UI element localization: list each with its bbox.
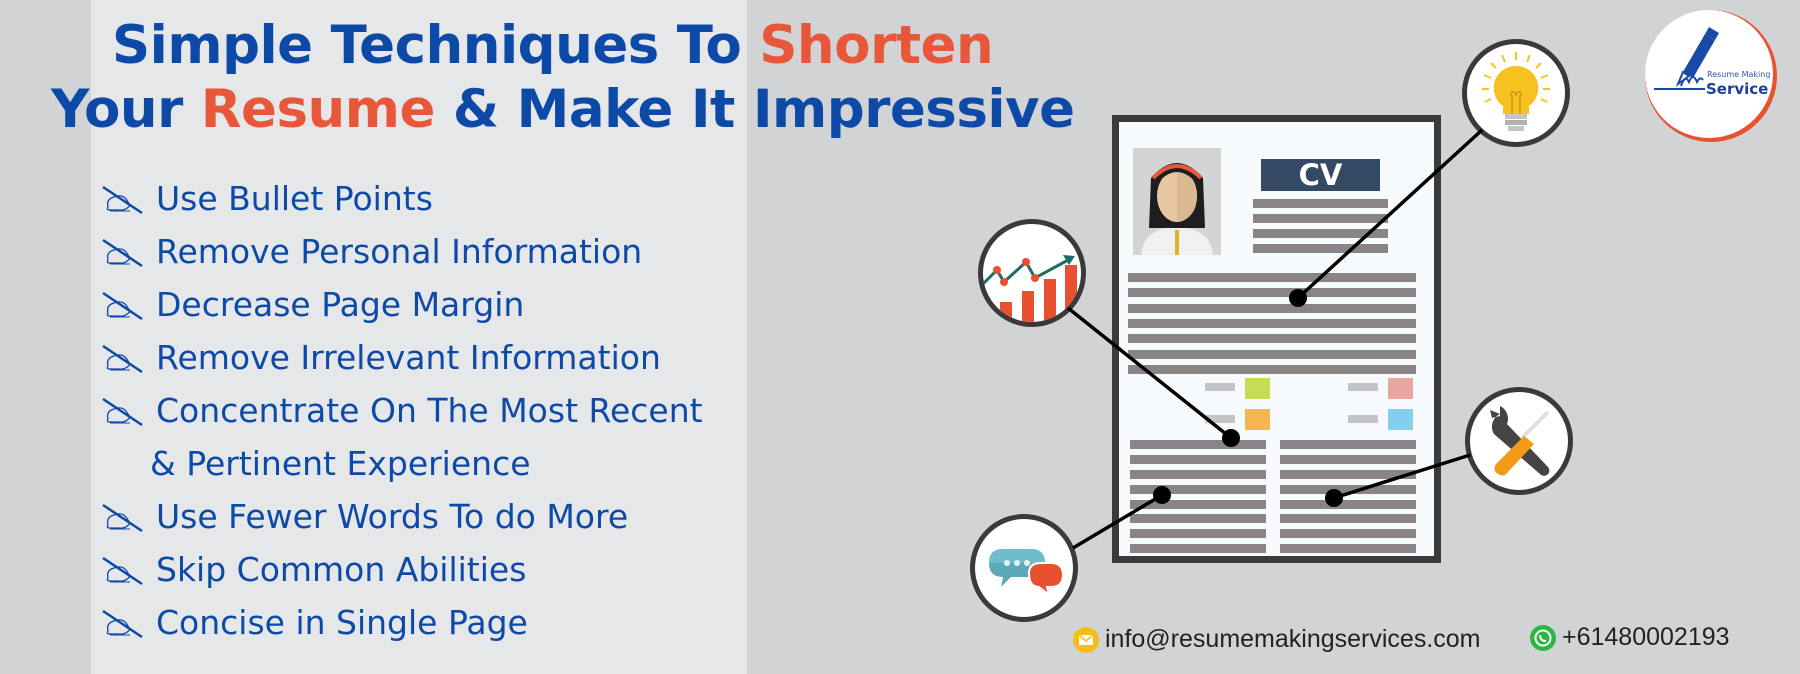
connector-chat — [1072, 493, 1163, 550]
connector-dot — [1153, 486, 1171, 504]
connector-bulb — [1296, 128, 1484, 300]
connector-dot — [1325, 489, 1343, 507]
connector-lines — [1066, 128, 1484, 550]
connector-dot — [1289, 289, 1307, 307]
connector-dot — [1222, 429, 1240, 447]
connector-chart — [1066, 306, 1233, 440]
connector-tools — [1333, 453, 1471, 500]
